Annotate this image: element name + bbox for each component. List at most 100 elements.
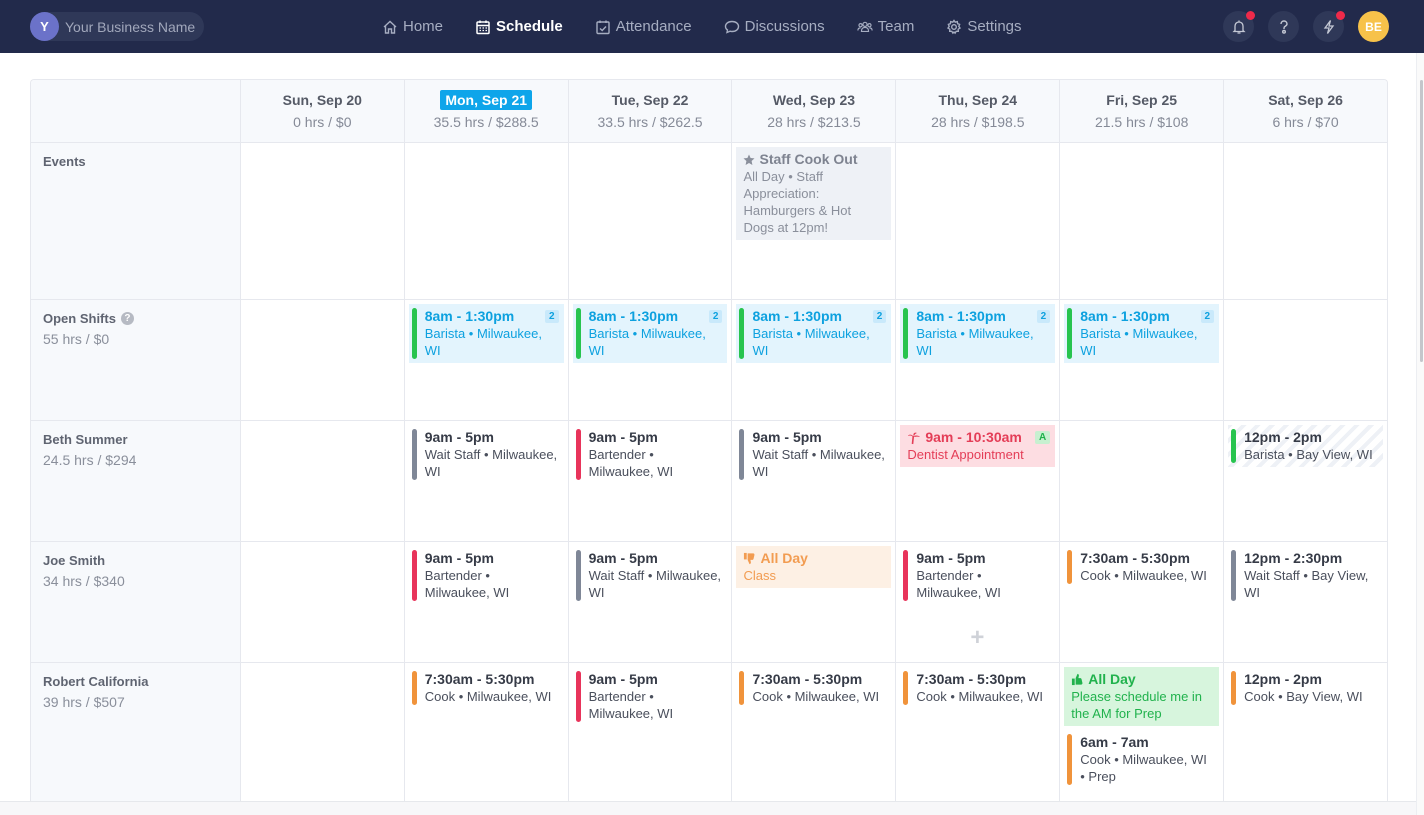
schedule-cell[interactable]: 8am - 1:30pm Barista • Milwaukee, WI 2	[567, 300, 732, 420]
role-color-bar	[903, 550, 909, 601]
home-icon	[383, 20, 397, 34]
unavailability-card[interactable]: All Day Class	[736, 546, 892, 588]
vertical-scrollbar-thumb[interactable]	[1420, 80, 1423, 362]
notifications-button[interactable]	[1223, 11, 1255, 42]
schedule-cell[interactable]: 9am - 5pm Bartender • Milwaukee, WI +	[895, 542, 1059, 662]
open-count-badge: 2	[872, 310, 887, 323]
schedule-cell[interactable]	[239, 663, 404, 801]
add-shift-icon[interactable]: +	[970, 624, 984, 652]
shift-card[interactable]: 9am - 5pm Bartender • Milwaukee, WI	[409, 546, 564, 605]
day-header[interactable]: Tue, Sep 22 33.5 hrs / $262.5	[567, 80, 732, 142]
time-off-card[interactable]: 9am - 10:30am Dentist Appointment A	[900, 425, 1056, 467]
schedule-cell[interactable]	[403, 143, 568, 299]
open-shift-card[interactable]: 8am - 1:30pm Barista • Milwaukee, WI 2	[408, 304, 564, 363]
employee-label-cell[interactable]: Beth Summer 24.5 hrs / $294	[31, 421, 240, 541]
shift-time: 7:30am - 5:30pm	[752, 671, 863, 687]
schedule-cell[interactable]: 8am - 1:30pm Barista • Milwaukee, WI 2	[403, 300, 568, 420]
day-header[interactable]: Sun, Sep 20 0 hrs / $0	[239, 80, 404, 142]
schedule-cell[interactable]	[895, 143, 1059, 299]
unavailability-time: All Day	[760, 550, 808, 566]
schedule-cell[interactable]: 12pm - 2:30pm Wait Staff • Bay View, WI	[1223, 542, 1387, 662]
open-count-badge: 2	[545, 310, 559, 323]
help-button[interactable]	[1268, 11, 1299, 42]
schedule-cell[interactable]: 7:30am - 5:30pm Cook • Milwaukee, WI	[1059, 542, 1223, 662]
shift-card[interactable]: 9am - 5pm Bartender • Milwaukee, WI	[900, 546, 1055, 605]
open-shift-card[interactable]: 8am - 1:30pm Barista • Milwaukee, WI 2	[1064, 304, 1220, 363]
shift-desc: Barista • Milwaukee, WI	[1080, 326, 1198, 358]
shift-card[interactable]: 7:30am - 5:30pm Cook • Milwaukee, WI	[1064, 546, 1219, 588]
schedule-cell[interactable]	[239, 300, 404, 420]
day-header[interactable]: Sat, Sep 26 6 hrs / $70	[1223, 80, 1387, 142]
schedule-cell[interactable]: Staff Cook Out All Day • Staff Appreciat…	[731, 143, 895, 299]
employee-label-cell[interactable]: Robert California 39 hrs / $507	[31, 663, 240, 801]
schedule-cell[interactable]: 7:30am - 5:30pm Cook • Milwaukee, WI	[731, 663, 895, 801]
schedule-cell[interactable]: 9am - 5pm Wait Staff • Milwaukee, WI	[403, 421, 568, 541]
updates-button[interactable]	[1313, 11, 1345, 42]
schedule-cell[interactable]	[239, 143, 404, 299]
schedule-cell[interactable]	[1059, 143, 1223, 299]
user-avatar[interactable]: BE	[1358, 11, 1389, 42]
shift-card[interactable]: 9am - 5pm Wait Staff • Milwaukee, WI	[409, 425, 564, 484]
nav-attendance[interactable]: Attendance	[595, 18, 692, 35]
schedule-cell[interactable]: 8am - 1:30pm Barista • Milwaukee, WI 2	[731, 300, 895, 420]
shift-time: 12pm - 2pm	[1244, 671, 1322, 687]
schedule-cell[interactable]: 12pm - 2pm Cook • Bay View, WI	[1223, 663, 1387, 801]
shift-card[interactable]: 9am - 5pm Bartender • Milwaukee, WI	[573, 667, 728, 726]
event-card[interactable]: Staff Cook Out All Day • Staff Appreciat…	[736, 147, 892, 240]
schedule-cell[interactable]: 8am - 1:30pm Barista • Milwaukee, WI 2	[895, 300, 1059, 420]
schedule-cell[interactable]: 9am - 5pm Bartender • Milwaukee, WI	[403, 542, 568, 662]
day-header[interactable]: Thu, Sep 24 28 hrs / $198.5	[895, 80, 1060, 142]
day-header[interactable]: Fri, Sep 25 21.5 hrs / $108	[1059, 80, 1224, 142]
day-header[interactable]: Wed, Sep 23 28 hrs / $213.5	[731, 80, 896, 142]
schedule-cell[interactable]	[1059, 421, 1223, 541]
schedule-cell[interactable]: 9am - 5pm Wait Staff • Milwaukee, WI	[731, 421, 895, 541]
schedule-cell[interactable]: 9am - 5pm Bartender • Milwaukee, WI	[567, 421, 732, 541]
day-header[interactable]: Mon, Sep 21 35.5 hrs / $288.5	[403, 80, 568, 142]
business-switcher[interactable]: Y Your Business Name	[30, 12, 205, 41]
schedule-cell[interactable]	[1223, 300, 1387, 420]
schedule-cell[interactable]: 9am - 5pm Wait Staff • Milwaukee, WI	[567, 542, 732, 662]
nav-discussions[interactable]: Discussions	[724, 18, 825, 35]
schedule-cell[interactable]: 8am - 1:30pm Barista • Milwaukee, WI 2	[1059, 300, 1223, 420]
shift-card[interactable]: 6am - 7am Cook • Milwaukee, WI • Prep	[1064, 730, 1219, 789]
schedule-cell[interactable]: All Day Class	[731, 542, 895, 662]
schedule-cell[interactable]: 7:30am - 5:30pm Cook • Milwaukee, WI	[895, 663, 1059, 801]
shift-card[interactable]: 9am - 5pm Wait Staff • Milwaukee, WI	[573, 546, 728, 605]
shift-card[interactable]: 12pm - 2pm Barista • Bay View, WI	[1228, 425, 1383, 467]
schedule-cell[interactable]: 7:30am - 5:30pm Cook • Milwaukee, WI	[403, 663, 568, 801]
schedule-cell[interactable]: 12pm - 2pm Barista • Bay View, WI	[1223, 421, 1387, 541]
approved-badge: A	[1035, 431, 1051, 444]
shift-card[interactable]: 7:30am - 5:30pm Cook • Milwaukee, WI	[900, 667, 1055, 709]
employee-label-cell[interactable]: Joe Smith 34 hrs / $340	[31, 542, 240, 662]
shift-card[interactable]: 9am - 5pm Bartender • Milwaukee, WI	[573, 425, 728, 484]
team-icon	[856, 21, 873, 32]
shift-desc: Cook • Milwaukee, WI • Prep	[1080, 752, 1207, 784]
schedule-cell[interactable]	[567, 143, 732, 299]
schedule-cell[interactable]	[239, 421, 404, 541]
schedule-cell[interactable]: 9am - 5pm Bartender • Milwaukee, WI	[567, 663, 732, 801]
shift-time: 9am - 5pm	[588, 550, 658, 566]
nav-settings[interactable]: Settings	[946, 18, 1022, 35]
nav-team[interactable]: Team	[856, 18, 914, 35]
nav-schedule[interactable]: Schedule	[475, 18, 563, 35]
shift-card[interactable]: 7:30am - 5:30pm Cook • Milwaukee, WI	[736, 667, 891, 709]
shift-card[interactable]: 12pm - 2:30pm Wait Staff • Bay View, WI	[1228, 546, 1383, 605]
schedule-cell[interactable]: 9am - 10:30am Dentist Appointment A	[895, 421, 1059, 541]
open-shift-card[interactable]: 8am - 1:30pm Barista • Milwaukee, WI 2	[736, 304, 892, 363]
notification-dot	[1246, 11, 1255, 20]
shift-card[interactable]: 12pm - 2pm Cook • Bay View, WI	[1228, 667, 1383, 709]
schedule-cell[interactable]	[1223, 143, 1387, 299]
preference-card[interactable]: All Day Please schedule me in the AM for…	[1064, 667, 1220, 726]
horizontal-scrollbar[interactable]	[0, 801, 1416, 815]
schedule-cell[interactable]	[239, 542, 404, 662]
calendar-check-icon	[596, 20, 610, 34]
open-shift-card[interactable]: 8am - 1:30pm Barista • Milwaukee, WI 2	[572, 304, 728, 363]
day-totals: 35.5 hrs / $288.5	[433, 114, 539, 130]
open-shift-card[interactable]: 8am - 1:30pm Barista • Milwaukee, WI 2	[900, 304, 1056, 363]
schedule-cell[interactable]: All Day Please schedule me in the AM for…	[1059, 663, 1223, 801]
shift-card[interactable]: 9am - 5pm Wait Staff • Milwaukee, WI	[736, 425, 891, 484]
help-circle-icon[interactable]: ?	[120, 312, 134, 325]
nav-home[interactable]: Home	[382, 18, 443, 35]
shift-time: 7:30am - 5:30pm	[424, 671, 535, 687]
shift-card[interactable]: 7:30am - 5:30pm Cook • Milwaukee, WI	[409, 667, 564, 709]
